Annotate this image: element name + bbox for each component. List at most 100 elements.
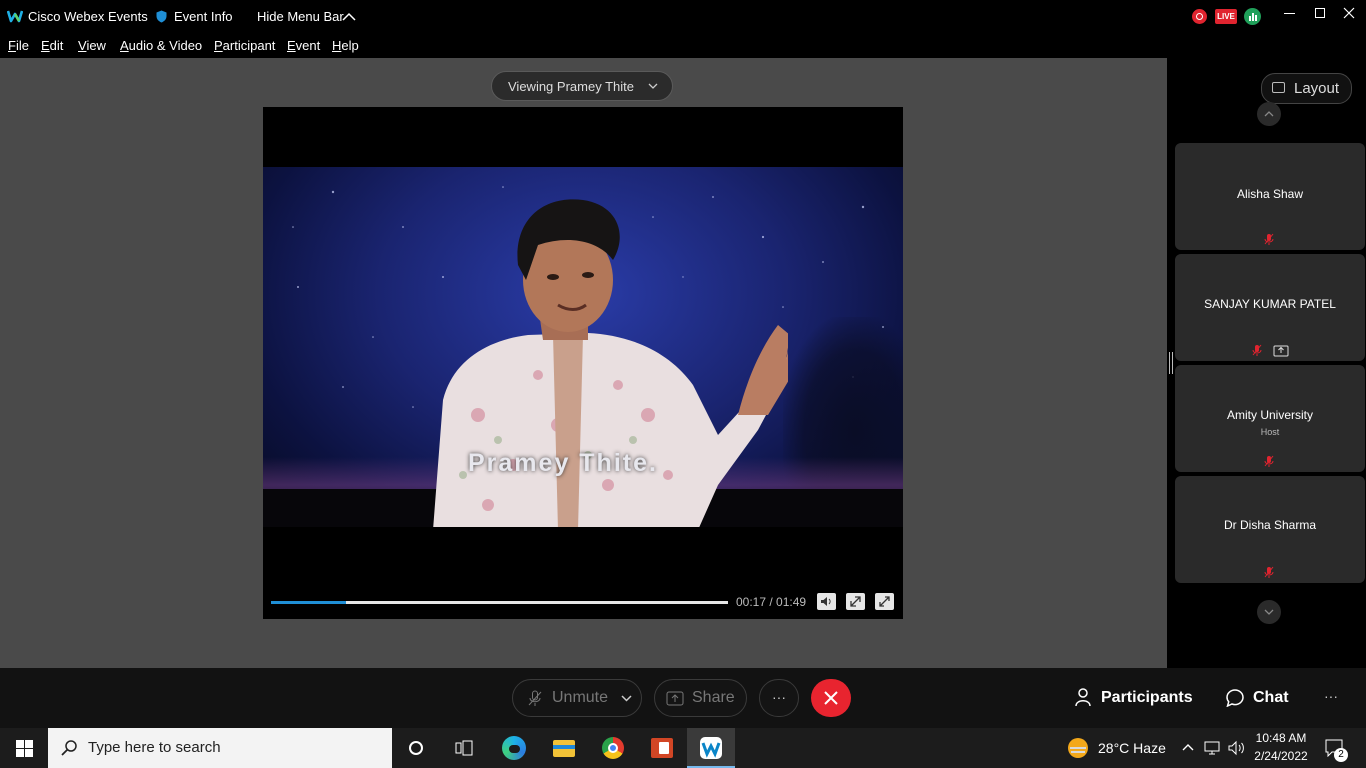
scroll-up-button[interactable] [1257, 102, 1281, 126]
share-button[interactable]: Share [654, 679, 747, 717]
menu-file[interactable]: File [8, 38, 29, 53]
video-frame: Pramey Thite. [263, 167, 903, 527]
participant-tile[interactable]: Amity University Host [1175, 365, 1365, 472]
panel-resize-handle[interactable] [1169, 352, 1173, 374]
volume-button[interactable] [817, 593, 836, 610]
participant-name: Amity University [1226, 408, 1313, 422]
fullscreen-button[interactable] [875, 593, 894, 610]
more-options-button[interactable]: ··· [759, 679, 799, 717]
progress-fill [271, 601, 347, 604]
task-view-button[interactable] [440, 728, 488, 768]
clock-date[interactable]: 2/24/2022 [1253, 749, 1309, 763]
share-screen-icon [1273, 345, 1289, 357]
network-icon[interactable] [1203, 740, 1221, 756]
edge-icon [502, 736, 526, 760]
end-call-button[interactable] [811, 679, 851, 717]
participant-tile[interactable]: Alisha Shaw [1175, 143, 1365, 250]
notification-count-badge: 2 [1334, 748, 1348, 762]
participant-tile[interactable]: SANJAY KUMAR PATEL [1175, 254, 1365, 361]
video-caption: Pramey Thite. [468, 449, 658, 477]
weather-text[interactable]: 28°C Haze [1098, 740, 1166, 756]
overflow-menu-button[interactable]: ··· [1324, 688, 1338, 704]
participant-name: Dr Disha Sharma [1223, 518, 1317, 532]
shield-icon[interactable] [156, 10, 167, 23]
restore-button[interactable] [1315, 8, 1325, 18]
menu-participant[interactable]: Participant [214, 38, 275, 53]
close-icon[interactable] [1343, 7, 1355, 19]
cortana-button[interactable] [392, 728, 440, 768]
muted-mic-icon [528, 690, 542, 706]
search-placeholder: Type here to search [88, 739, 221, 756]
layout-icon [1272, 82, 1285, 93]
menu-audio-video[interactable]: Audio & Video [120, 38, 202, 53]
event-info-button[interactable]: Event Info [174, 9, 233, 24]
cortana-icon [409, 741, 423, 755]
volume-icon[interactable] [1228, 740, 1246, 756]
chat-button[interactable]: Chat [1253, 689, 1289, 707]
taskbar-file-explorer[interactable] [540, 728, 588, 768]
chevron-down-icon [648, 83, 658, 89]
recording-icon[interactable] [1192, 9, 1207, 24]
windows-taskbar: Type here to search 28°C Haze 10:48 AM 2… [0, 728, 1366, 768]
taskbar-powerpoint[interactable] [638, 728, 686, 768]
participant-role: Host [1260, 427, 1280, 437]
video-player[interactable]: Pramey Thite. 00:17 / 01:49 [263, 107, 903, 619]
participants-button[interactable]: Participants [1101, 689, 1193, 707]
menu-view[interactable]: View [78, 38, 106, 53]
folder-icon [553, 740, 575, 757]
muted-mic-icon [1252, 344, 1262, 356]
expand-icon [850, 596, 861, 607]
powerpoint-icon [651, 738, 673, 758]
hide-menu-bar-button[interactable]: Hide Menu Bar [257, 9, 344, 24]
share-icon [666, 691, 684, 706]
taskbar-search-box[interactable]: Type here to search [48, 728, 392, 768]
participant-panel: Layout Alisha Shaw SANJAY KUMAR PATEL Am… [1167, 58, 1366, 668]
layout-label: Layout [1294, 80, 1340, 97]
chevron-up-icon[interactable] [1182, 743, 1194, 751]
viewing-dropdown[interactable]: Viewing Pramey Thite [491, 71, 673, 101]
fullscreen-icon [879, 596, 890, 607]
webex-icon [700, 737, 722, 759]
network-stats-icon[interactable] [1244, 8, 1261, 25]
muted-mic-icon [1264, 233, 1274, 245]
expand-button[interactable] [846, 593, 865, 610]
taskbar-edge[interactable] [490, 728, 538, 768]
task-view-icon [455, 740, 473, 756]
close-icon [824, 691, 838, 705]
menu-edit[interactable]: Edit [41, 38, 63, 53]
chat-icon[interactable] [1226, 689, 1244, 707]
live-badge: LIVE [1215, 9, 1237, 24]
unmute-button[interactable]: Unmute [512, 679, 642, 717]
windows-start-icon[interactable] [16, 740, 33, 757]
viewing-label: Viewing Pramey Thite [508, 79, 634, 94]
participant-name: Alisha Shaw [1236, 187, 1304, 201]
time-display: 00:17 / 01:49 [736, 595, 807, 609]
chrome-icon [602, 737, 624, 759]
menu-bar: File Edit View Audio & Video Participant… [0, 34, 1366, 58]
taskbar-webex[interactable] [687, 728, 735, 768]
app-title: Cisco Webex Events [28, 9, 148, 24]
speaker-icon [821, 597, 831, 606]
muted-mic-icon [1264, 455, 1274, 467]
layout-button[interactable]: Layout [1261, 73, 1352, 104]
chevron-up-icon[interactable] [342, 12, 356, 21]
chevron-down-icon[interactable] [621, 695, 632, 702]
scroll-down-button[interactable] [1257, 600, 1281, 624]
share-label: Share [692, 689, 735, 706]
minimize-button[interactable] [1284, 13, 1295, 14]
search-icon [61, 740, 77, 756]
taskbar-chrome[interactable] [589, 728, 637, 768]
chevron-up-icon [1264, 111, 1274, 117]
menu-event[interactable]: Event [287, 38, 320, 53]
chevron-down-icon [1264, 609, 1274, 615]
participant-tile[interactable]: Dr Disha Sharma [1175, 476, 1365, 583]
weather-icon[interactable] [1068, 738, 1088, 758]
progress-bar[interactable] [271, 601, 728, 604]
webex-logo-icon [7, 10, 23, 23]
title-bar: Cisco Webex Events Event Info Hide Menu … [0, 0, 1366, 34]
participants-icon[interactable] [1075, 688, 1093, 707]
unmute-label: Unmute [552, 689, 609, 706]
muted-mic-icon [1264, 566, 1274, 578]
clock-time[interactable]: 10:48 AM [1253, 731, 1309, 745]
menu-help[interactable]: Help [332, 38, 359, 53]
